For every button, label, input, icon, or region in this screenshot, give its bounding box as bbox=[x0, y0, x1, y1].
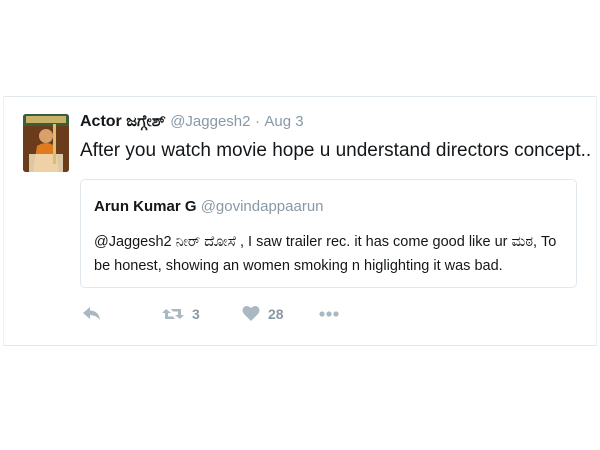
quoted-author-name: Arun Kumar G bbox=[94, 198, 197, 215]
author-name[interactable]: Actor ಜಗ್ಗೇಶ್ bbox=[80, 113, 166, 130]
more-button[interactable] bbox=[318, 307, 340, 321]
heart-icon bbox=[242, 305, 260, 321]
author-handle[interactable]: @Jaggesh2 bbox=[170, 113, 250, 130]
avatar[interactable] bbox=[23, 114, 69, 172]
quoted-tweet[interactable]: Arun Kumar G @govindappaarun @Jaggesh2 ನ… bbox=[80, 179, 577, 288]
tweet-date[interactable]: Aug 3 bbox=[264, 113, 303, 130]
tweet-actions: 3 28 bbox=[80, 305, 380, 327]
separator-dot: · bbox=[254, 113, 260, 130]
more-icon bbox=[319, 311, 339, 317]
retweet-icon bbox=[162, 309, 184, 319]
like-button[interactable]: 28 bbox=[242, 305, 284, 322]
reply-icon bbox=[83, 307, 100, 320]
tweet-card[interactable]: Actor ಜಗ್ಗೇಶ್ @Jaggesh2 · Aug 3 After yo… bbox=[3, 96, 597, 346]
like-count: 28 bbox=[268, 305, 284, 322]
quoted-author-handle: @govindappaarun bbox=[200, 198, 324, 215]
retweet-count: 3 bbox=[192, 306, 200, 322]
avatar-image bbox=[23, 114, 69, 172]
retweet-button[interactable]: 3 bbox=[162, 305, 200, 323]
tweet-text: After you watch movie hope u understand … bbox=[80, 140, 592, 161]
reply-button[interactable] bbox=[82, 305, 102, 323]
quoted-tweet-text: @Jaggesh2 ನೀರ್ ದೋಸೆ , I saw trailer rec.… bbox=[94, 234, 557, 274]
tweet-header: Actor ಜಗ್ಗೇಶ್ @Jaggesh2 · Aug 3 bbox=[80, 113, 304, 131]
quoted-tweet-header: Arun Kumar G @govindappaarun bbox=[94, 198, 324, 215]
